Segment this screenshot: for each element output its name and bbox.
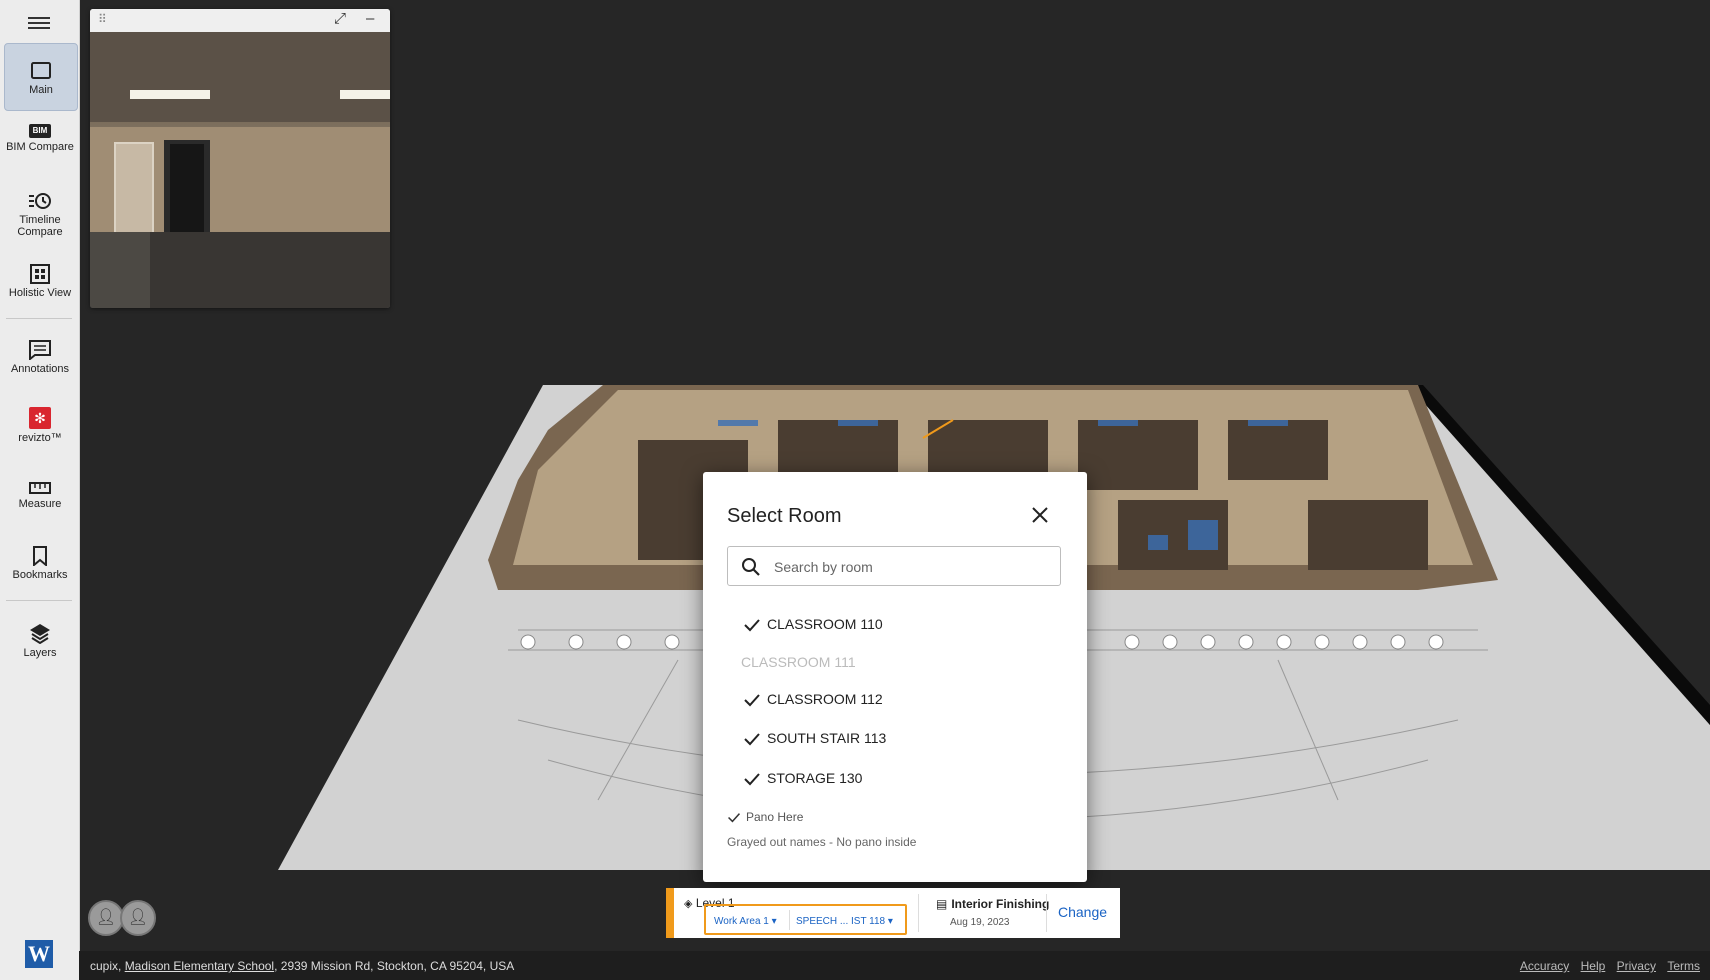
check-icon <box>744 619 760 632</box>
sidebar-item-label: Measure <box>18 498 62 510</box>
sidebar-item-measure[interactable]: Measure <box>4 481 76 510</box>
legend-pano-here: Pano Here <box>727 810 803 824</box>
sidebar-item-label: revizto™ <box>18 432 62 444</box>
caret-down-icon: ▾ <box>771 916 777 927</box>
check-icon <box>744 773 760 786</box>
sidebar-item-label: Timeline Compare <box>17 214 63 239</box>
check-icon <box>744 694 760 707</box>
room-option[interactable]: STORAGE 130 <box>743 770 862 786</box>
room-option[interactable]: CLASSROOM 112 <box>743 691 883 707</box>
sidebar-item-bim-compare[interactable]: BIM BIM Compare <box>4 124 76 153</box>
search-input[interactable] <box>772 556 1046 578</box>
drag-handle-icon[interactable]: ⠿ <box>98 12 107 26</box>
room-option[interactable]: CLASSROOM 110 <box>743 616 883 632</box>
sidebar-item-timeline-compare[interactable]: Timeline Compare <box>4 191 76 238</box>
room-search-field[interactable] <box>727 546 1061 586</box>
sidebar-item-layers[interactable]: Layers <box>4 622 76 659</box>
pano-scene <box>90 32 390 308</box>
footer: cupix, Madison Elementary School, 2939 M… <box>79 951 1710 980</box>
room-name: CLASSROOM 112 <box>767 691 883 707</box>
sidebar-item-holistic-view[interactable]: Holistic View <box>4 264 76 299</box>
sidebar-item-revizto[interactable]: ✻ revizto™ <box>4 407 76 444</box>
user-avatar[interactable]: 👤︎ <box>88 900 124 936</box>
user-avatar[interactable]: 👤︎ <box>120 900 156 936</box>
sidebar-item-bookmarks[interactable]: Bookmarks <box>4 546 76 581</box>
change-button[interactable]: Change <box>1058 904 1107 920</box>
room-dropdown[interactable]: SPEECH ... IST 118 ▾ <box>796 916 893 927</box>
select-room-dialog: Select Room CLASSROOM 110 CLASSROOM 111 … <box>703 472 1087 882</box>
app-logo: W <box>25 940 53 968</box>
close-icon[interactable] <box>1029 504 1051 526</box>
sidebar-item-label: Holistic View <box>8 287 72 299</box>
sidebar: Main BIM BIM Compare Timeline Compare Ho… <box>0 0 80 980</box>
expand-icon[interactable]: ⤢ <box>334 10 346 27</box>
check-icon <box>744 733 760 746</box>
annotation-icon <box>29 340 51 360</box>
privacy-link[interactable]: Privacy <box>1617 959 1656 973</box>
sidebar-item-label: Bookmarks <box>12 569 68 581</box>
terms-link[interactable]: Terms <box>1667 959 1700 973</box>
layers-icon <box>30 624 50 644</box>
user-icon: 👤︎ <box>127 909 149 926</box>
location-info-card: ◈ Level 1 Work Area 1 ▾ SPEECH ... IST 1… <box>666 888 1120 938</box>
work-area-dropdown[interactable]: Work Area 1 ▾ <box>714 916 777 927</box>
caret-down-icon: ▾ <box>887 916 893 927</box>
pano-viewer[interactable]: ⠿ ⤢ – <box>90 9 390 308</box>
grid-icon <box>30 264 50 284</box>
divider <box>918 894 919 932</box>
divider <box>789 910 790 930</box>
room-name: STORAGE 130 <box>767 770 863 786</box>
sidebar-item-main[interactable]: Main <box>4 43 78 111</box>
minimize-icon[interactable]: – <box>366 10 374 27</box>
room-option-disabled: CLASSROOM 111 <box>741 654 856 670</box>
ruler-icon <box>29 482 51 494</box>
calendar-icon: ▤ <box>936 897 948 911</box>
layers-icon: ◈ <box>684 898 693 910</box>
sidebar-item-label: Annotations <box>10 363 70 375</box>
project-link[interactable]: Madison Elementary School <box>125 959 274 973</box>
sidebar-item-label: Layers <box>23 647 57 659</box>
accuracy-link[interactable]: Accuracy <box>1520 959 1569 973</box>
sidebar-divider <box>6 600 72 601</box>
scenario-date: Aug 19, 2023 <box>950 917 1010 928</box>
sidebar-divider <box>6 318 72 319</box>
sidebar-item-annotations[interactable]: Annotations <box>4 340 76 375</box>
dialog-title: Select Room <box>727 505 842 527</box>
square-icon <box>31 62 51 79</box>
sidebar-item-label: BIM Compare <box>6 141 74 153</box>
room-option[interactable]: SOUTH STAIR 113 <box>743 730 886 746</box>
footer-links: Accuracy Help Privacy Terms <box>1512 959 1700 973</box>
room-name: CLASSROOM 111 <box>741 654 856 670</box>
timeline-clock-icon <box>29 193 51 209</box>
bim-icon: BIM <box>29 124 51 138</box>
scenario-label: ▤ Interior Finishing <box>936 897 1050 911</box>
room-name: CLASSROOM 110 <box>767 616 883 632</box>
search-icon <box>742 558 760 576</box>
legend-grayed-out: Grayed out names - No pano inside <box>727 835 917 849</box>
sidebar-item-label: Main <box>29 84 53 96</box>
bookmark-icon <box>33 546 47 566</box>
pano-header: ⠿ ⤢ – <box>90 9 390 32</box>
divider <box>1046 894 1047 932</box>
user-icon: 👤︎ <box>95 909 117 926</box>
hamburger-menu-icon[interactable] <box>28 14 50 32</box>
pano-image[interactable] <box>90 32 390 308</box>
room-name: SOUTH STAIR 113 <box>767 730 887 746</box>
help-link[interactable]: Help <box>1581 959 1606 973</box>
project-address: cupix, Madison Elementary School, 2939 M… <box>90 959 515 973</box>
check-icon <box>728 813 741 823</box>
revizto-icon: ✻ <box>29 407 51 429</box>
